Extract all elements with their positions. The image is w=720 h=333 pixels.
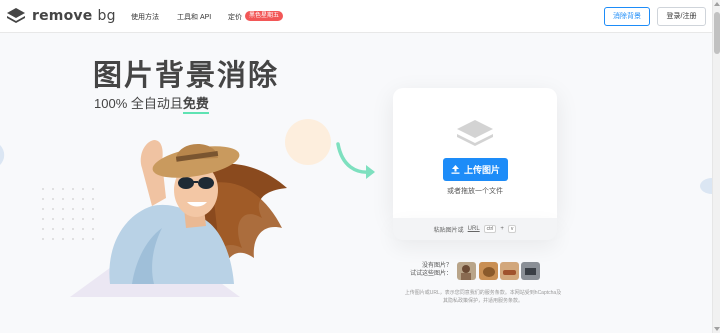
remove-background-button[interactable]: 消除背景 (604, 7, 650, 26)
layers-logo-icon (7, 8, 25, 23)
woman-photo (109, 140, 287, 284)
upload-arrow-icon (451, 165, 460, 174)
upload-button-label: 上传图片 (463, 165, 500, 175)
paste-url-link[interactable]: URL (468, 226, 480, 232)
top-nav-bar: remove bg 使用方法 工具和 API 定价 黑色星期五 消除背景 登录/… (0, 0, 712, 33)
paste-bar: 粘贴图片或 URL ctrl + v (393, 218, 557, 240)
nav-how-to[interactable]: 使用方法 (131, 12, 159, 22)
layers-placeholder-icon (457, 120, 493, 146)
blue-half-circle-right-decoration (700, 178, 712, 194)
logo[interactable]: remove bg (6, 7, 116, 25)
sample-prompt-line2: 试试这些图片： (410, 271, 453, 277)
terms-line2: 其隐私政策保护，并适用服务条款。 (442, 298, 523, 304)
upload-image-button[interactable]: 上传图片 (443, 158, 508, 181)
scroll-up-arrow-icon[interactable] (714, 2, 720, 6)
terms-text: 上传图片或URL，表示您同意我们的服务条款。本网站受到hCaptcha及 其隐私… (393, 289, 573, 305)
sample-prompt: 没有图片？ 试试这些图片： (410, 262, 452, 278)
blue-half-circle-decoration (0, 145, 5, 165)
sample-image-animal[interactable] (479, 262, 498, 280)
kbd-ctrl: ctrl (483, 225, 497, 233)
curved-arrow-icon (336, 142, 375, 179)
paste-prefix-text: 粘贴图片或 (433, 227, 464, 234)
scrollbar[interactable] (712, 0, 720, 333)
sample-image-person[interactable] (457, 262, 476, 280)
sample-prompt-line1: 没有图片？ (422, 263, 453, 269)
pricing-badge: 黑色星期五 (245, 11, 284, 21)
logo-text: remove bg (32, 8, 116, 24)
kbd-plus: + (500, 226, 504, 232)
hero-subtitle-emphasis: 免费 (182, 96, 209, 114)
login-register-button[interactable]: 登录/注册 (657, 7, 706, 26)
scroll-thumb[interactable] (714, 12, 720, 54)
nav-pricing[interactable]: 定价 (228, 12, 242, 22)
sample-image-car[interactable] (500, 262, 519, 280)
hero-subtitle: 100% 全自动且免费 (94, 93, 209, 114)
scroll-down-arrow-icon[interactable] (714, 327, 720, 331)
terms-line1: 上传图片或URL，表示您同意我们的服务条款。本网站受到hCaptcha及 (404, 290, 562, 296)
kbd-v: v (507, 225, 517, 233)
hero-title: 图片背景消除 (93, 58, 280, 92)
upload-card[interactable] (393, 88, 557, 218)
nav-tools-api[interactable]: 工具和 API (177, 12, 211, 22)
drop-file-text: 或者拖放一个文件 (447, 188, 503, 195)
sample-image-object[interactable] (521, 262, 540, 280)
